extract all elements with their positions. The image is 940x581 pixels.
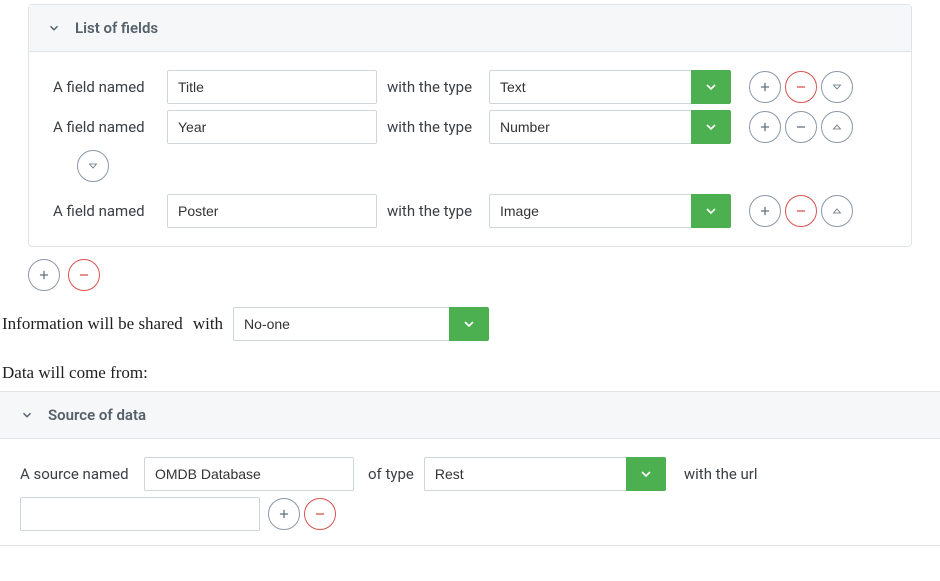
field-type-input[interactable] bbox=[489, 194, 691, 228]
triangle-down-icon bbox=[831, 81, 843, 93]
remove-field-button[interactable] bbox=[785, 111, 817, 143]
source-name-input[interactable] bbox=[144, 457, 354, 491]
field-type-select[interactable] bbox=[489, 70, 731, 104]
share-dropdown-button[interactable] bbox=[449, 307, 489, 341]
source-type-input[interactable] bbox=[424, 457, 626, 491]
plus-icon bbox=[758, 80, 772, 94]
field-move-down-standalone bbox=[77, 150, 887, 182]
source-type-dropdown-button[interactable] bbox=[626, 457, 666, 491]
plus-icon bbox=[758, 120, 772, 134]
share-row: Information will be shared with bbox=[2, 307, 940, 341]
share-with-label: with bbox=[193, 314, 223, 334]
share-select[interactable] bbox=[233, 307, 489, 341]
field-type-input[interactable] bbox=[489, 110, 691, 144]
field-name-input[interactable] bbox=[167, 70, 377, 104]
field-row-actions bbox=[745, 195, 853, 227]
plus-icon bbox=[37, 268, 51, 282]
chevron-down-icon bbox=[461, 316, 477, 332]
field-type-select[interactable] bbox=[489, 194, 731, 228]
field-name-input[interactable] bbox=[167, 110, 377, 144]
add-field-button[interactable] bbox=[749, 195, 781, 227]
source-panel-header[interactable]: Source of data bbox=[0, 392, 940, 439]
minus-icon bbox=[794, 204, 808, 218]
with-url-label: with the url bbox=[684, 465, 758, 483]
field-type-select[interactable] bbox=[489, 110, 731, 144]
move-field-down-button[interactable] bbox=[821, 71, 853, 103]
minus-icon bbox=[313, 507, 327, 521]
plus-icon bbox=[758, 204, 772, 218]
chevron-down-icon bbox=[20, 408, 34, 422]
field-named-label: A field named bbox=[53, 78, 167, 96]
source-named-label: A source named bbox=[20, 465, 144, 483]
source-panel-title: Source of data bbox=[48, 406, 146, 424]
source-url-row bbox=[20, 497, 920, 531]
field-type-dropdown-button[interactable] bbox=[691, 110, 731, 144]
field-type-input[interactable] bbox=[489, 70, 691, 104]
field-row-actions bbox=[745, 111, 853, 143]
source-row: A source named of type with the url bbox=[20, 457, 920, 491]
field-name-input[interactable] bbox=[167, 194, 377, 228]
move-field-up-button[interactable] bbox=[821, 111, 853, 143]
remove-field-button[interactable] bbox=[785, 195, 817, 227]
minus-icon bbox=[794, 120, 808, 134]
remove-field-button[interactable] bbox=[785, 71, 817, 103]
fields-panel: List of fields A field named with the ty… bbox=[28, 4, 912, 247]
fields-panel-title: List of fields bbox=[75, 19, 158, 37]
remove-panel-button[interactable] bbox=[68, 259, 100, 291]
fields-panel-body: A field named with the type bbox=[29, 52, 911, 246]
add-source-button[interactable] bbox=[268, 498, 300, 530]
data-from-label: Data will come from: bbox=[2, 363, 940, 383]
source-panel: Source of data A source named of type wi… bbox=[0, 391, 940, 546]
chevron-down-icon bbox=[703, 79, 719, 95]
add-panel-button[interactable] bbox=[28, 259, 60, 291]
minus-icon bbox=[77, 268, 91, 282]
chevron-down-icon bbox=[703, 119, 719, 135]
field-type-dropdown-button[interactable] bbox=[691, 194, 731, 228]
move-field-up-button[interactable] bbox=[821, 195, 853, 227]
field-type-dropdown-button[interactable] bbox=[691, 70, 731, 104]
field-row: A field named with the type bbox=[53, 110, 887, 144]
with-type-label: with the type bbox=[387, 202, 481, 220]
share-prefix-label: Information will be shared bbox=[2, 314, 183, 334]
triangle-up-icon bbox=[831, 121, 843, 133]
add-field-button[interactable] bbox=[749, 71, 781, 103]
remove-source-button[interactable] bbox=[304, 498, 336, 530]
field-named-label: A field named bbox=[53, 202, 167, 220]
triangle-up-icon bbox=[831, 205, 843, 217]
fields-panel-header[interactable]: List of fields bbox=[29, 5, 911, 52]
source-panel-body: A source named of type with the url bbox=[0, 439, 940, 545]
with-type-label: with the type bbox=[387, 78, 481, 96]
field-row: A field named with the type bbox=[53, 194, 887, 228]
fields-panel-outer-actions bbox=[28, 259, 940, 291]
triangle-down-icon bbox=[87, 160, 99, 172]
move-field-down-button[interactable] bbox=[77, 150, 109, 182]
add-field-button[interactable] bbox=[749, 111, 781, 143]
minus-icon bbox=[794, 80, 808, 94]
field-row-actions bbox=[745, 71, 853, 103]
field-row: A field named with the type bbox=[53, 70, 887, 104]
with-type-label: with the type bbox=[387, 118, 481, 136]
chevron-down-icon bbox=[47, 21, 61, 35]
source-url-input[interactable] bbox=[20, 497, 260, 531]
source-type-select[interactable] bbox=[424, 457, 666, 491]
chevron-down-icon bbox=[638, 466, 654, 482]
chevron-down-icon bbox=[703, 203, 719, 219]
field-named-label: A field named bbox=[53, 118, 167, 136]
share-input[interactable] bbox=[233, 307, 449, 341]
of-type-label: of type bbox=[368, 465, 414, 483]
plus-icon bbox=[277, 507, 291, 521]
